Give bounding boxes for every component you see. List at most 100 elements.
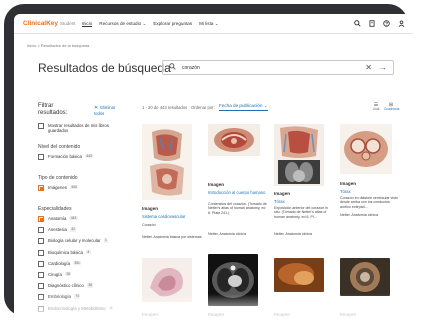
filters-sidebar: Filtrar resultados: ✕ Eliminar todos Most… [38, 103, 136, 312]
checkbox[interactable] [38, 294, 44, 301]
page-title: Resultados de búsqueda [38, 61, 171, 75]
specialty-label: Anestesia [48, 227, 67, 233]
card-title[interactable]: Introducción al cuerpo humano [208, 190, 268, 195]
specialty-label: Endocrinología y Metabolismo [48, 305, 106, 311]
specialty-option[interactable]: Bioquímica básica 4 [38, 249, 124, 256]
card-type: Imagen [274, 312, 291, 317]
user-icon[interactable] [398, 20, 405, 30]
type-option-label: Imágenes [48, 185, 67, 190]
specialty-label: Cardiología [48, 260, 70, 266]
specialty-option[interactable]: Embriología 74 [38, 294, 124, 301]
bookmark-icon[interactable] [369, 20, 375, 30]
clear-filters-link[interactable]: ✕ Eliminar todos [94, 105, 124, 116]
search-icon[interactable] [354, 20, 361, 30]
search-input[interactable]: corazón [182, 65, 365, 71]
nav-item-inicio[interactable]: Inicio [81, 21, 93, 27]
specialty-label: Bioquímica básica [48, 249, 83, 255]
card-type: Imagen [142, 206, 159, 211]
card-type: Imagen [274, 191, 291, 196]
card-source: Netter. Anatomía clínica [340, 213, 378, 217]
nav-item-recursos[interactable]: Recursos de estudio ⌄ [99, 21, 146, 27]
level-section-title: Nivel del contenido [38, 144, 81, 150]
card-type: Imagen [340, 312, 357, 317]
heart-in-situ-thumbnail[interactable] [274, 124, 324, 186]
specialty-label: Embriología [48, 294, 71, 300]
count-badge: 74 [73, 294, 81, 299]
checkbox[interactable] [38, 123, 44, 129]
checkbox[interactable] [38, 272, 44, 278]
card-description: Corazón [142, 223, 156, 227]
specialties-section-title: Especialidades [38, 206, 72, 212]
type-section-title: Tipo de contenido [38, 175, 78, 181]
checkbox[interactable] [38, 305, 44, 312]
specialty-option[interactable]: Endocrinología y Metabolismo 4 [38, 305, 124, 312]
exam-books-label: Mostrar resultados de mis libros guardad… [48, 123, 109, 134]
card-title[interactable]: Sistema cardiovascular [142, 214, 202, 219]
card-title[interactable]: Tórax [274, 199, 334, 204]
checkbox[interactable] [38, 249, 44, 256]
card-source: Netter. Anatomía básica por sistemas [142, 235, 202, 239]
card-type: Imagen [208, 312, 225, 317]
list-view-label: Lista [372, 107, 380, 111]
checkbox[interactable] [38, 283, 44, 290]
nav-item-mi-lista[interactable]: Mi lista ⌄ [199, 21, 218, 27]
specialty-option[interactable]: Cirugía 28 [38, 272, 124, 278]
arrow-right-icon[interactable]: → [379, 63, 387, 72]
checkbox[interactable] [38, 260, 44, 267]
specialty-option[interactable]: Cardiología 351 [38, 260, 124, 267]
type-option[interactable]: Imágenes 443 [38, 185, 79, 191]
breadcrumb[interactable]: Inicio > Resultados de la búsqueda [27, 43, 89, 48]
card-type: Imagen [208, 182, 225, 187]
checkbox[interactable] [38, 154, 44, 160]
specialty-option[interactable]: Diagnóstico clínico 38 [38, 283, 124, 290]
checkbox-checked[interactable] [38, 185, 44, 191]
count-badge: 38 [86, 283, 94, 288]
card-title[interactable]: Tórax [340, 189, 400, 194]
sort-label: Ordenar por: [191, 105, 215, 110]
heart-anatomy-thumbnail[interactable] [142, 124, 192, 200]
heart-contents-thumbnail[interactable] [208, 124, 260, 156]
card-description: Exposición anterior del corazón in situ.… [274, 206, 328, 219]
sort-dropdown[interactable]: Fecha de publicación ⌄ [219, 103, 268, 111]
specialty-label: Anatomía [48, 216, 67, 221]
tissue-thumbnail[interactable] [274, 258, 324, 292]
specialty-label: Biología celular y molecular [48, 238, 101, 244]
list-view-toggle[interactable]: ☰ Lista [369, 102, 383, 111]
ct-scan-thumbnail[interactable] [208, 254, 258, 306]
count-badge: 443 [69, 216, 78, 221]
count-badge: 28 [64, 272, 72, 277]
checkbox[interactable] [38, 227, 44, 234]
count-badge: 4 [108, 305, 114, 310]
count-badge: 443 [69, 185, 79, 190]
checkbox[interactable] [38, 238, 44, 245]
specialty-option[interactable]: Anatomía 443 [38, 216, 124, 222]
specialty-option[interactable]: Anestesia 42 [38, 227, 124, 234]
search-bar[interactable]: corazón ✕ → [162, 60, 394, 75]
count-badge: 443 [84, 154, 94, 159]
valve-thumbnail[interactable] [340, 258, 390, 296]
card-type: Imagen [340, 181, 357, 186]
level-option[interactable]: Formación básica 443 [38, 154, 94, 160]
checkbox-checked[interactable] [38, 216, 44, 222]
close-icon[interactable]: ✕ [365, 63, 372, 72]
count-badge: 351 [72, 260, 82, 266]
grid-view-label: Cuadrícula [384, 107, 400, 111]
nav-icons [354, 20, 405, 30]
grid-view-toggle[interactable]: ⊞ Cuadrícula [384, 102, 400, 111]
count-badge: 42 [69, 227, 77, 232]
heart-diastole-thumbnail[interactable] [340, 124, 392, 174]
search-icon [169, 63, 176, 72]
brand-logo[interactable]: ClinicalKey [23, 20, 58, 27]
top-navigation: ClinicalKey Student Inicio Recursos de e… [14, 14, 413, 34]
specialty-option[interactable]: Biología celular y molecular 1 [38, 238, 124, 245]
help-icon[interactable] [383, 20, 390, 30]
card-type: Imagen [142, 312, 159, 317]
card-source: Netter. Anatomía clínica [274, 232, 312, 236]
specialty-label: Diagnóstico clínico [48, 283, 84, 289]
exam-books-option[interactable]: Mostrar resultados de mis libros guardad… [38, 123, 124, 134]
nav-item-preguntas[interactable]: Explorar preguntas [153, 21, 192, 26]
level-option-label: Formación básica [48, 154, 82, 159]
card-source: Netter. Anatomía clínica [208, 232, 246, 236]
embryo-thumbnail[interactable] [142, 258, 192, 302]
card-description: Contenidos del corazón. (Tomado de Nette… [208, 202, 267, 215]
